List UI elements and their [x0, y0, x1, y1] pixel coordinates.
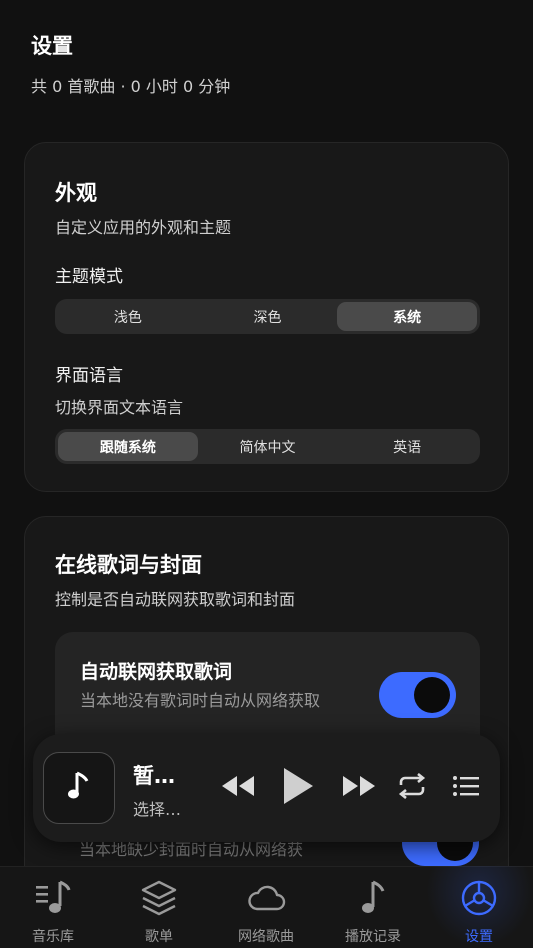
language-selector: 跟随系统 简体中文 英语: [55, 429, 480, 464]
language-option-follow-system[interactable]: 跟随系统: [58, 432, 198, 461]
toggle-knob: [414, 677, 450, 713]
library-icon: [34, 878, 72, 918]
music-note-icon: [358, 878, 388, 918]
tab-settings[interactable]: 设置: [426, 866, 532, 948]
cloud-icon: [246, 878, 286, 918]
theme-mode-selector: 浅色 深色 系统: [55, 299, 480, 334]
appearance-title: 外观: [55, 181, 97, 205]
auto-lyrics-toggle[interactable]: [379, 672, 456, 718]
tab-label: 设置: [465, 929, 493, 945]
repeat-icon: [397, 772, 427, 803]
tab-label: 播放记录: [345, 929, 401, 945]
tab-label: 网络歌曲: [238, 929, 294, 945]
next-icon: [341, 774, 377, 802]
tab-play-history[interactable]: 播放记录: [320, 866, 426, 948]
theme-option-dark[interactable]: 深色: [198, 302, 338, 331]
auto-lyrics-title: 自动联网获取歌词: [80, 661, 233, 683]
song-subtitle: 选择…: [133, 800, 182, 819]
song-title: 暂…: [133, 764, 175, 788]
next-button[interactable]: [339, 770, 379, 806]
play-button[interactable]: [278, 766, 318, 810]
tab-online-songs[interactable]: 网络歌曲: [213, 866, 319, 948]
music-note-icon: [65, 769, 93, 807]
appearance-card: 外观 自定义应用的外观和主题 主题模式 浅色 深色 系统 界面语言 切换界面文本…: [24, 142, 509, 492]
mini-player[interactable]: 暂… 选择…: [33, 734, 500, 842]
album-cover[interactable]: [43, 752, 115, 824]
theme-option-light[interactable]: 浅色: [58, 302, 198, 331]
previous-button[interactable]: [218, 770, 258, 806]
page-title: 设置: [31, 34, 73, 58]
language-option-english[interactable]: 英语: [337, 432, 477, 461]
settings-icon: [459, 878, 499, 918]
tab-label: 音乐库: [32, 929, 74, 945]
language-description: 切换界面文本语言: [55, 398, 184, 417]
auto-lyrics-description: 当本地没有歌词时自动从网络获取: [80, 691, 321, 710]
playlist-button[interactable]: [449, 772, 483, 804]
appearance-description: 自定义应用的外观和主题: [55, 218, 232, 237]
layers-icon: [140, 878, 178, 918]
tab-music-library[interactable]: 音乐库: [0, 866, 106, 948]
theme-option-system[interactable]: 系统: [337, 302, 478, 331]
online-section-title: 在线歌词与封面: [55, 553, 202, 577]
play-icon: [281, 766, 315, 810]
tab-label: 歌单: [145, 929, 173, 945]
online-section-description: 控制是否自动联网获取歌词和封面: [55, 590, 296, 609]
tab-playlists[interactable]: 歌单: [106, 866, 212, 948]
library-summary: 共 0 首歌曲 · 0 小时 0 分钟: [31, 77, 231, 96]
repeat-button[interactable]: [395, 772, 429, 804]
theme-mode-label: 主题模式: [55, 267, 123, 287]
language-label: 界面语言: [55, 366, 123, 386]
previous-icon: [220, 774, 256, 802]
list-icon: [452, 775, 480, 801]
language-option-simplified-chinese[interactable]: 简体中文: [198, 432, 338, 461]
